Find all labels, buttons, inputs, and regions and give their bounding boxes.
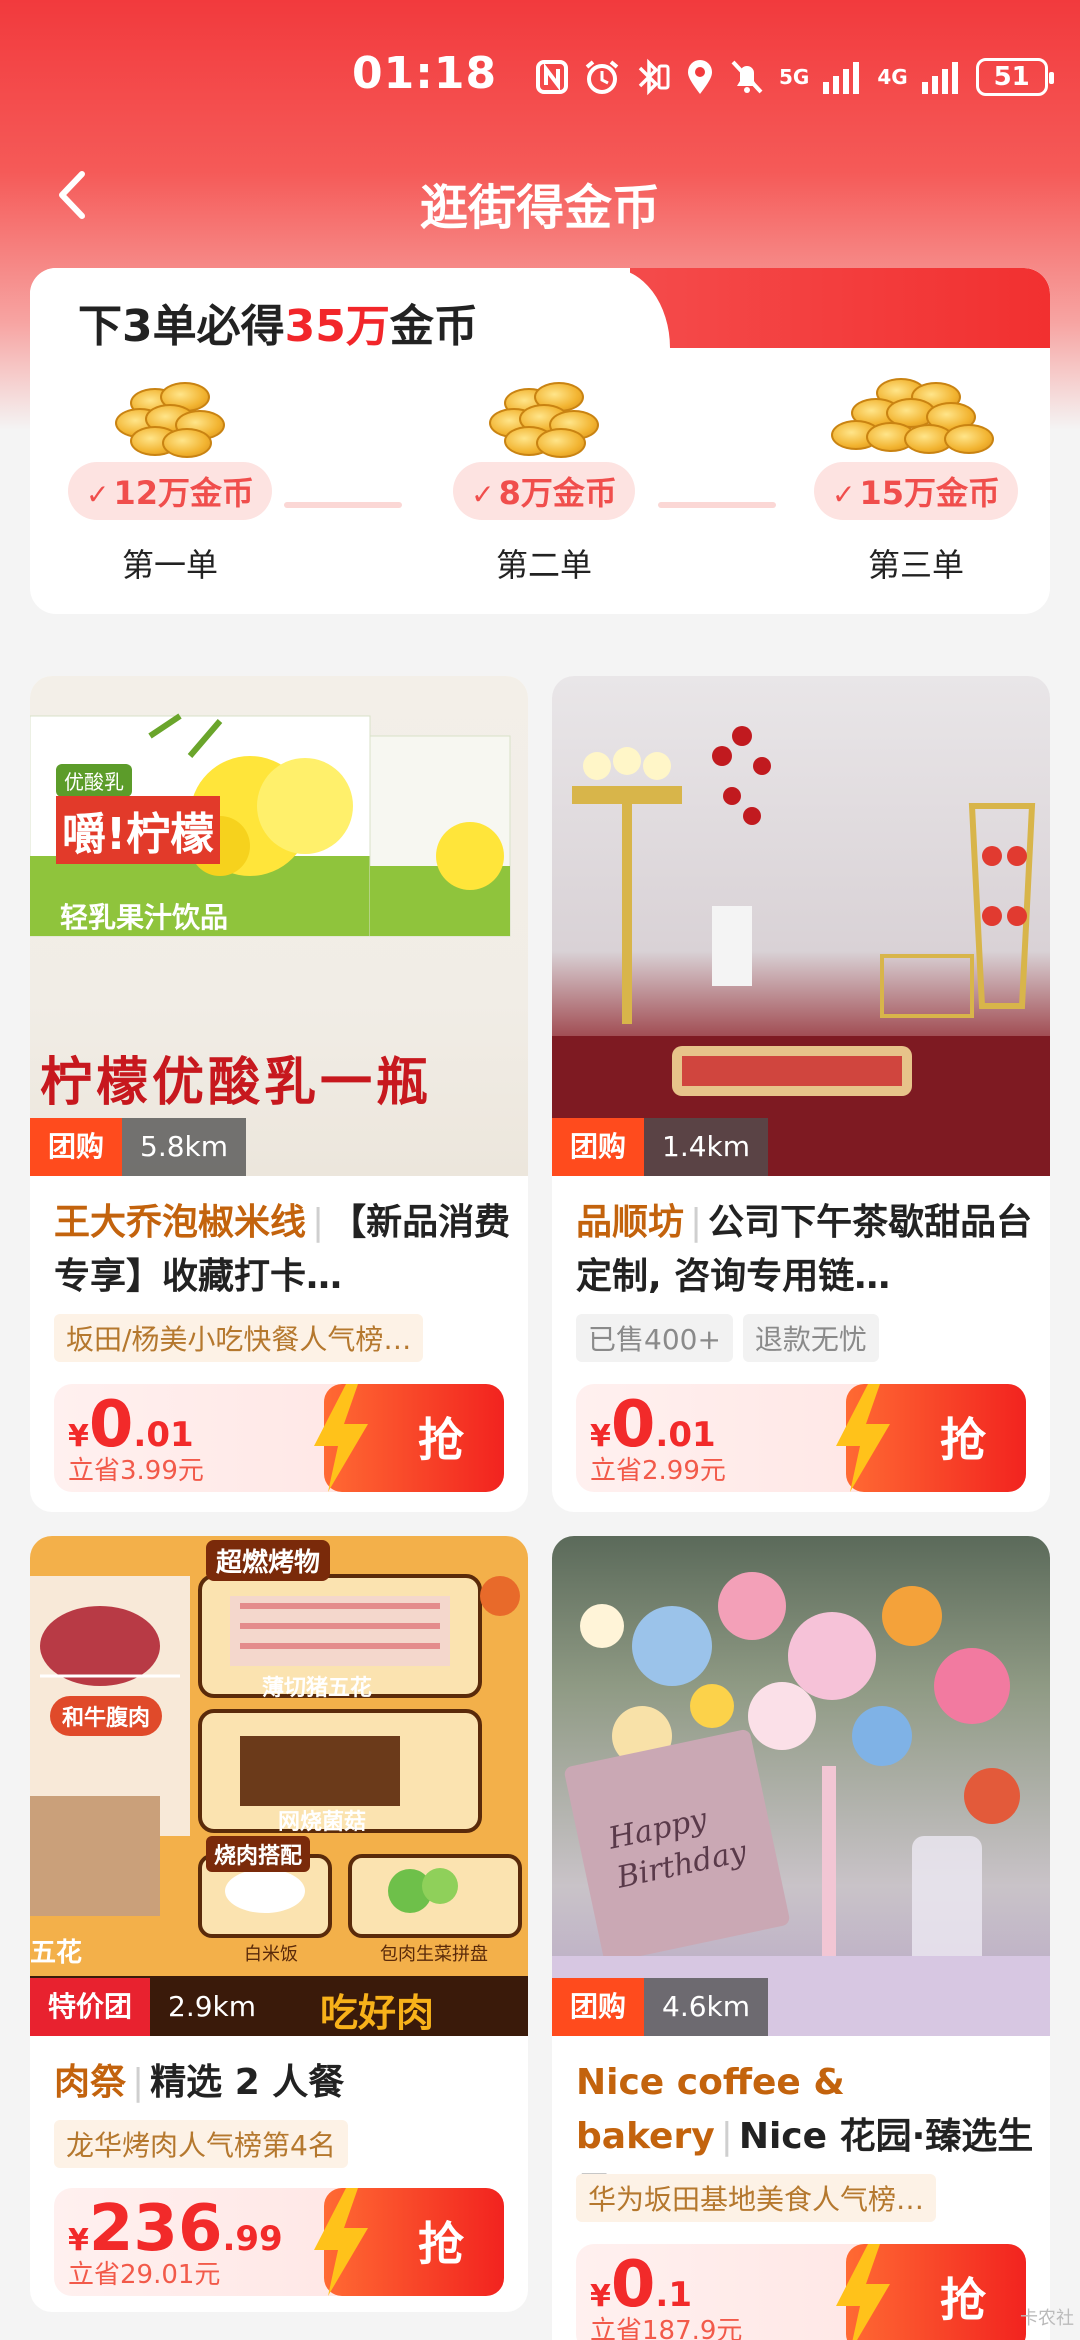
step-label: 第二单 — [495, 546, 592, 584]
battery-icon: 51 — [975, 58, 1054, 96]
grab-button[interactable]: 抢 — [314, 2188, 504, 2296]
image-banner-text: 柠檬优酸乳一瓶 — [40, 1053, 433, 1113]
buy-box[interactable]: ¥0.1 立省187.9元 抢 — [576, 2244, 1026, 2340]
page-title: 逛街得金币 — [419, 180, 660, 236]
lightning-icon — [314, 1384, 368, 1492]
check-icon: ✓ — [85, 478, 110, 511]
lightning-icon — [836, 2244, 890, 2340]
grab-button[interactable]: 抢 — [836, 2244, 1026, 2340]
image-brand-text: 优酸乳 — [56, 764, 132, 797]
sold-badge: 已售400+ — [576, 1314, 733, 1362]
step-reward-pill: ✓ 8万金币 — [453, 462, 635, 520]
product-title: 肉祭 | 精选 2 人餐 — [54, 2062, 345, 2103]
product-card[interactable]: 团购 1.4km 品顺坊 | 公司下午茶歇甜品台定制, 咨询专用链… 已售400+ … — [552, 676, 1050, 1512]
distance-tag: 2.9km — [168, 1990, 257, 2023]
buy-box[interactable]: ¥236.99 立省29.01元 抢 — [54, 2188, 504, 2296]
watermark: 卡农社 — [1020, 2308, 1074, 2329]
dessert-table-image — [552, 726, 1050, 1176]
coin-reward-card: 下3单必得35万金币 ✓ 12万金币 第一单 ✓ 8万金币 第二单 ✓ 15万金… — [30, 268, 1050, 614]
deal-type-tag: 特价团 — [30, 1978, 151, 2036]
signal-icon — [823, 62, 860, 94]
signal-icon-2 — [921, 62, 958, 94]
image-item4-text: 白米饭 — [244, 1944, 298, 1965]
badge-row: 已售400+ 退款无忧 — [576, 1314, 879, 1362]
status-bar: 01:18 5G 4G 51 — [0, 40, 1080, 110]
step-reward-pill: ✓ 15万金币 — [813, 462, 1018, 520]
image-product-text: 嚼!柠檬 — [56, 796, 221, 864]
product-title: 品顺坊 | 公司下午茶歇甜品台定制, 咨询专用链… — [576, 1202, 1033, 1297]
image-bottom-text: 吃好肉 — [320, 1991, 435, 2035]
step-label: 第一单 — [121, 546, 218, 584]
saving-text: 立省29.01元 — [68, 2260, 221, 2290]
bluetooth-icon — [638, 58, 670, 96]
tag-row: 团购 4.6km — [552, 1978, 769, 2036]
image-item2-text: 和牛腹肉 — [50, 1696, 163, 1736]
tag-row: 团购 5.8km — [30, 1118, 247, 1176]
coin-step-2: ✓ 8万金币 第二单 — [428, 378, 660, 586]
tag-row: 特价团 2.9km — [30, 1978, 274, 2036]
check-icon: ✓ — [471, 478, 495, 511]
buy-box[interactable]: ¥0.01 立省2.99元 抢 — [576, 1384, 1026, 1492]
grab-button[interactable]: 抢 — [836, 1384, 1026, 1492]
coin-stack-icon — [474, 378, 614, 458]
image-item1-text: 薄切猪五花 — [262, 1676, 373, 1701]
rank-badge: 龙华烤肉人气榜第4名 — [54, 2120, 348, 2168]
product-image — [552, 676, 1050, 1176]
saving-text: 立省2.99元 — [590, 1456, 726, 1486]
image-top-text: 超燃烤物 — [206, 1540, 331, 1581]
image-item6-text: 五花 — [30, 1938, 83, 1968]
product-title: 王大乔泡椒米线 | 【新品消费专享】收藏打卡… — [54, 1202, 511, 1297]
product-image: 优酸乳 嚼!柠檬 轻乳果汁饮品 柠檬优酸乳一瓶 — [30, 676, 528, 1176]
check-icon: ✓ — [831, 478, 856, 511]
tag-row: 团购 1.4km — [552, 1118, 769, 1176]
nfc-icon — [536, 60, 568, 94]
mute-icon — [731, 60, 763, 94]
distance-tag: 4.6km — [644, 1978, 769, 2036]
deal-type-tag: 团购 — [30, 1118, 123, 1176]
refund-badge: 退款无忧 — [742, 1314, 879, 1362]
product-card[interactable]: 超燃烤物 薄切猪五花 和牛腹肉 网烧菌菇 烧肉搭配 白米饭 包肉生菜拼盘 五花 … — [30, 1536, 528, 2312]
location-icon — [688, 60, 712, 94]
buy-box[interactable]: ¥0.01 立省3.99元 抢 — [54, 1384, 504, 1492]
grab-button[interactable]: 抢 — [314, 1384, 504, 1492]
rank-badge: 坂田/杨美小吃快餐人气榜… — [54, 1314, 424, 1362]
rank-badge: 华为坂田基地美食人气榜… — [576, 2174, 937, 2222]
saving-text: 立省187.9元 — [590, 2316, 743, 2340]
network-5g-label: 5G — [779, 65, 810, 89]
product-card[interactable]: Happy Birthday 团购 4.6km Nice coffee & ba… — [552, 1536, 1050, 2340]
distance-tag: 1.4km — [644, 1118, 769, 1176]
saving-text: 立省3.99元 — [68, 1456, 204, 1486]
coin-step-1: ✓ 12万金币 第一单 — [54, 378, 286, 586]
status-time: 01:18 — [352, 48, 498, 99]
step-connector — [284, 502, 402, 508]
network-4g-label: 4G — [877, 65, 908, 89]
distance-tag: 5.8km — [122, 1118, 247, 1176]
step-reward-pill: ✓ 12万金币 — [67, 462, 272, 520]
alarm-icon — [585, 60, 619, 94]
product-image: 超燃烤物 薄切猪五花 和牛腹肉 网烧菌菇 烧肉搭配 白米饭 包肉生菜拼盘 五花 … — [30, 1536, 528, 2036]
coin-stack-icon — [826, 378, 1006, 458]
deal-type-tag: 团购 — [552, 1978, 645, 2036]
coin-step-3: ✓ 15万金币 第三单 — [800, 378, 1032, 586]
deal-type-tag: 团购 — [552, 1118, 645, 1176]
badge-row: 华为坂田基地美食人气榜… — [576, 2174, 937, 2222]
coin-card-title: 下3单必得35万金币 — [78, 301, 478, 352]
step-connector — [658, 502, 776, 508]
coin-stack-icon — [100, 378, 240, 458]
lightning-icon — [314, 2188, 368, 2296]
coin-steps: ✓ 12万金币 第一单 ✓ 8万金币 第二单 ✓ 15万金币 第三单 — [30, 378, 1050, 614]
step-label: 第三单 — [867, 546, 964, 584]
badge-row: 坂田/杨美小吃快餐人气榜… — [54, 1314, 424, 1362]
image-item5-text: 包肉生菜拼盘 — [380, 1944, 488, 1965]
product-image: Happy Birthday — [552, 1536, 1050, 2036]
image-mid-text: 烧肉搭配 — [206, 1836, 311, 1872]
birthday-flowers-image — [552, 1572, 1050, 2036]
badge-row: 龙华烤肉人气榜第4名 — [54, 2120, 348, 2168]
lightning-icon — [836, 1384, 890, 1492]
image-sub-text: 轻乳果汁饮品 — [60, 901, 229, 934]
product-card[interactable]: 优酸乳 嚼!柠檬 轻乳果汁饮品 柠檬优酸乳一瓶 团购 5.8km 王大乔泡椒米线… — [30, 676, 528, 1512]
image-item3-text: 网烧菌菇 — [278, 1810, 367, 1835]
status-icons: 5G 4G 51 — [535, 52, 1054, 102]
